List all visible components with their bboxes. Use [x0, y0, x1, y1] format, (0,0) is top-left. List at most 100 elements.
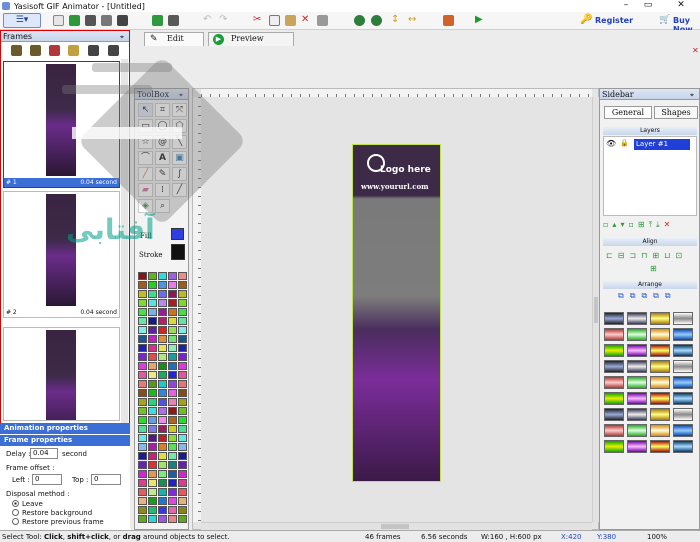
palette-swatch[interactable]: [168, 506, 177, 514]
gradient-preset-swatch[interactable]: [604, 440, 624, 453]
palette-swatch[interactable]: [158, 479, 167, 487]
palette-swatch[interactable]: [158, 506, 167, 514]
disposal-option-restore-previous[interactable]: Restore previous frame: [12, 518, 104, 526]
gradient-preset-swatch[interactable]: [604, 344, 624, 357]
align-center-icon[interactable]: ⊟: [618, 251, 630, 260]
palette-swatch[interactable]: [138, 281, 147, 289]
palette-swatch[interactable]: [148, 299, 157, 307]
palette-swatch[interactable]: [178, 335, 187, 343]
gradient-preset-swatch[interactable]: [627, 392, 647, 405]
palette-swatch[interactable]: [148, 434, 157, 442]
palette-swatch[interactable]: [158, 362, 167, 370]
palette-swatch[interactable]: [148, 470, 157, 478]
gradient-preset-swatch[interactable]: [604, 360, 624, 373]
palette-swatch[interactable]: [148, 389, 157, 397]
gradient-preset-swatch[interactable]: [650, 312, 670, 325]
bring-forward-icon[interactable]: ⧉: [630, 291, 642, 300]
canvas-vscrollbar[interactable]: [592, 97, 599, 522]
palette-swatch[interactable]: [168, 371, 177, 379]
palette-swatch[interactable]: [138, 371, 147, 379]
palette-swatch[interactable]: [178, 308, 187, 316]
palette-swatch[interactable]: [158, 281, 167, 289]
palette-swatch[interactable]: [148, 452, 157, 460]
palette-swatch[interactable]: [148, 488, 157, 496]
save-as-icon[interactable]: [101, 15, 112, 26]
palette-swatch[interactable]: [178, 515, 187, 523]
palette-swatch[interactable]: [138, 479, 147, 487]
palette-swatch[interactable]: [148, 308, 157, 316]
frame-thumbnail-3[interactable]: [3, 327, 120, 421]
palette-swatch[interactable]: [158, 407, 167, 415]
close-tab-icon[interactable]: ✕: [692, 46, 699, 55]
align-middle-icon[interactable]: ⊞: [652, 251, 664, 260]
palette-swatch[interactable]: [158, 425, 167, 433]
palette-swatch[interactable]: [178, 506, 187, 514]
left-input[interactable]: 0: [32, 474, 62, 485]
delete-frame-icon[interactable]: [68, 45, 79, 56]
palette-swatch[interactable]: [158, 326, 167, 334]
palette-swatch[interactable]: [148, 461, 157, 469]
disposal-option-restore-background[interactable]: Restore background: [12, 509, 92, 517]
group-icon[interactable]: ⧉: [665, 291, 677, 300]
palette-swatch[interactable]: [138, 407, 147, 415]
palette-swatch[interactable]: [168, 488, 177, 496]
palette-swatch[interactable]: [158, 389, 167, 397]
top-layer-icon[interactable]: ⤒: [649, 220, 657, 229]
palette-swatch[interactable]: [158, 380, 167, 388]
palette-swatch[interactable]: [168, 479, 177, 487]
palette-swatch[interactable]: [138, 443, 147, 451]
palette-swatch[interactable]: [148, 479, 157, 487]
palette-swatch[interactable]: [168, 380, 177, 388]
palette-swatch[interactable]: [148, 335, 157, 343]
gradient-preset-swatch[interactable]: [650, 328, 670, 341]
resize-icon[interactable]: [168, 15, 179, 26]
palette-swatch[interactable]: [148, 416, 157, 424]
palette-swatch[interactable]: [178, 497, 187, 505]
crop-icon[interactable]: [317, 15, 328, 26]
palette-swatch[interactable]: [158, 434, 167, 442]
palette-swatch[interactable]: [168, 299, 177, 307]
gradient-preset-swatch[interactable]: [673, 392, 693, 405]
gradient-preset-swatch[interactable]: [673, 360, 693, 373]
palette-swatch[interactable]: [158, 353, 167, 361]
palette-swatch[interactable]: [178, 272, 187, 280]
add-frame-icon[interactable]: [11, 45, 22, 56]
gradient-preset-swatch[interactable]: [627, 408, 647, 421]
tab-general[interactable]: General: [604, 106, 652, 119]
palette-swatch[interactable]: [158, 443, 167, 451]
palette-swatch[interactable]: [138, 326, 147, 334]
palette-swatch[interactable]: [158, 335, 167, 343]
align-top-icon[interactable]: ⊓: [641, 251, 652, 260]
palette-swatch[interactable]: [138, 290, 147, 298]
palette-swatch[interactable]: [158, 470, 167, 478]
gradient-preset-swatch[interactable]: [604, 424, 624, 437]
gradient-preset-swatch[interactable]: [650, 344, 670, 357]
palette-swatch[interactable]: [138, 398, 147, 406]
move-icon[interactable]: [152, 15, 163, 26]
redo-icon[interactable]: ↷: [219, 15, 230, 26]
top-input[interactable]: 0: [91, 474, 121, 485]
palette-swatch[interactable]: [158, 272, 167, 280]
palette-swatch[interactable]: [168, 281, 177, 289]
palette-swatch[interactable]: [168, 290, 177, 298]
palette-swatch[interactable]: [178, 416, 187, 424]
gradient-preset-swatch[interactable]: [627, 344, 647, 357]
palette-swatch[interactable]: [168, 353, 177, 361]
layer-row[interactable]: 👁 🔒 Layer #1: [606, 139, 694, 150]
image-icon[interactable]: [443, 15, 454, 26]
duplicate-frame-icon[interactable]: [49, 45, 60, 56]
palette-swatch[interactable]: [148, 380, 157, 388]
palette-swatch[interactable]: [148, 362, 157, 370]
gradient-preset-swatch[interactable]: [627, 376, 647, 389]
copy-icon[interactable]: [269, 15, 280, 26]
palette-swatch[interactable]: [178, 380, 187, 388]
save-icon[interactable]: [85, 15, 96, 26]
palette-swatch[interactable]: [178, 425, 187, 433]
palette-swatch[interactable]: [168, 470, 177, 478]
palette-swatch[interactable]: [138, 452, 147, 460]
palette-swatch[interactable]: [168, 416, 177, 424]
palette-swatch[interactable]: [178, 344, 187, 352]
tab-edit[interactable]: ✎ Edit: [144, 32, 204, 46]
align-bottom-icon[interactable]: ⊔: [664, 251, 675, 260]
disposal-option-leave[interactable]: Leave: [12, 500, 43, 508]
